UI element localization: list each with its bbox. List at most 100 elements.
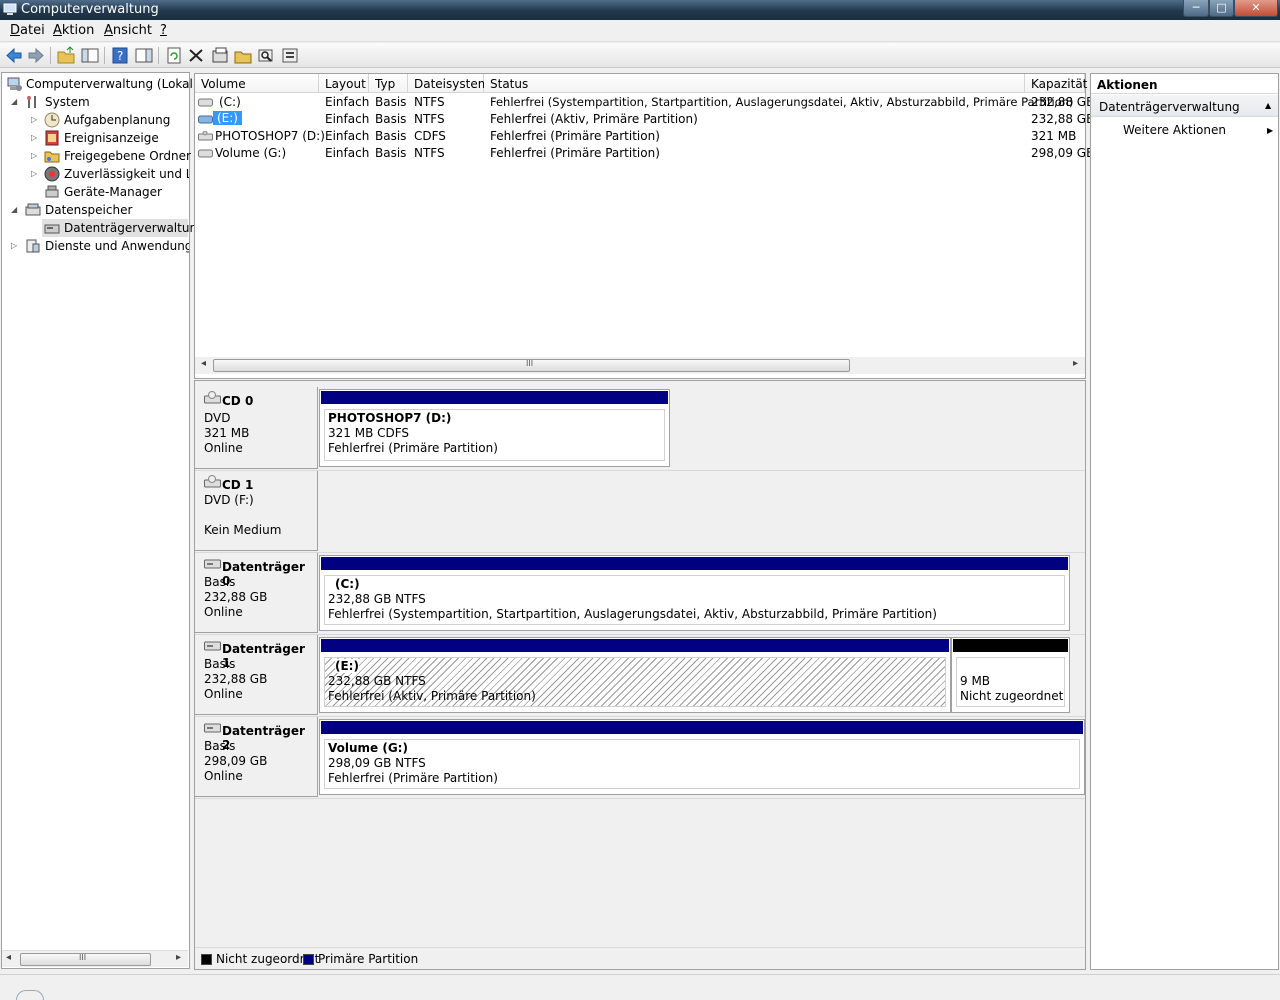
tree-item-geraete-manager[interactable]: Geräte-Manager xyxy=(2,183,189,201)
properties-icon[interactable] xyxy=(210,46,230,65)
drive-icon xyxy=(198,115,213,124)
disk-size: 232,88 GB xyxy=(204,590,268,604)
show-hide-action-icon[interactable] xyxy=(134,46,154,65)
disk-label-disk2[interactable]: Datenträger 2 Basis 298,09 GB Online xyxy=(195,717,318,797)
tree-item-aufgabenplanung[interactable]: ▷ Aufgabenplanung xyxy=(2,111,189,129)
forward-icon[interactable] xyxy=(26,46,46,65)
tree-item-freigegebene-ordner[interactable]: ▷ Freigegebene Ordner xyxy=(2,147,191,165)
title-bar: Computerverwaltung ─ □ ✕ xyxy=(0,0,1280,20)
help-icon[interactable]: ? xyxy=(110,46,130,65)
settings-icon[interactable] xyxy=(280,46,300,65)
partition-e[interactable]: (E:) 232,88 GB NTFS Fehlerfrei (Aktiv, P… xyxy=(319,637,951,713)
search-icon[interactable] xyxy=(256,46,276,65)
expand-arrow-icon[interactable]: ▷ xyxy=(11,241,17,250)
column-header-typ[interactable]: Typ xyxy=(369,74,408,93)
delete-icon[interactable] xyxy=(186,46,206,65)
expand-arrow-icon[interactable]: ▷ xyxy=(31,169,37,178)
drive-icon xyxy=(198,98,213,107)
disk-size: 298,09 GB xyxy=(204,754,268,768)
partition-status: Fehlerfrei (Aktiv, Primäre Partition) xyxy=(328,689,536,703)
refresh-icon[interactable] xyxy=(164,46,184,65)
expand-arrow-icon[interactable]: ▷ xyxy=(31,133,37,142)
tree-item-zuverlaessigkeit[interactable]: ▷ Zuverlässigkeit und Leis xyxy=(2,165,189,183)
expand-arrow-icon[interactable]: ▷ xyxy=(31,115,37,124)
collapse-arrow-icon[interactable]: ◢ xyxy=(11,97,17,106)
list-horizontal-scrollbar[interactable]: ◂ III ▸ xyxy=(195,357,1085,374)
partition-photoshop7[interactable]: PHOTOSHOP7 (D:) 321 MB CDFS Fehlerfrei (… xyxy=(319,389,670,467)
disk-state: Online xyxy=(204,441,243,455)
console-tree: Computerverwaltung (Lokal) ◢ System ▷ Au… xyxy=(1,72,205,969)
hard-disk-icon xyxy=(204,723,221,733)
open-icon[interactable] xyxy=(233,46,253,65)
cell-kap: 232,88 GB xyxy=(1031,112,1095,126)
partition-name: PHOTOSHOP7 (D:) xyxy=(328,411,452,425)
list-scroll-thumb[interactable]: III xyxy=(213,359,850,372)
partition-name: (C:) xyxy=(335,577,360,591)
disk-label-cd1[interactable]: CD 1 DVD (F:) Kein Medium xyxy=(195,471,318,551)
cell-volume: PHOTOSHOP7 (D:) xyxy=(215,129,325,143)
actions-section-header[interactable]: Datenträgerverwaltung ▲ xyxy=(1091,95,1278,117)
disk-name: Datenträger 0 xyxy=(222,560,305,588)
legend-swatch-primary xyxy=(303,954,314,965)
tree-label-datenspeicher: Datenspeicher xyxy=(45,203,133,217)
partition-c[interactable]: (C:) 232,88 GB NTFS Fehlerfrei (Systempa… xyxy=(319,555,1070,631)
computer-management-icon xyxy=(7,77,22,91)
table-row[interactable]: (E:) Einfach Basis NTFS Fehlerfrei (Akti… xyxy=(195,111,1094,128)
menu-datei[interactable]: Datei xyxy=(10,23,45,38)
menu-aktion[interactable]: Aktion xyxy=(53,23,94,38)
disk-label-disk0[interactable]: Datenträger 0 Basis 232,88 GB Online xyxy=(195,553,318,633)
table-row[interactable]: Volume (G:) Einfach Basis NTFS Fehlerfre… xyxy=(195,145,1094,162)
disk-state: Online xyxy=(204,605,243,619)
minimize-button[interactable]: ─ xyxy=(1183,0,1209,17)
disk-label-cd0[interactable]: CD 0 DVD 321 MB Online xyxy=(195,387,318,469)
up-folder-icon[interactable] xyxy=(56,46,76,65)
cell-fs: NTFS xyxy=(414,95,445,109)
scroll-right-icon[interactable]: ▸ xyxy=(1073,358,1078,369)
column-header-layout[interactable]: Layout xyxy=(319,74,369,93)
tree-label-root: Computerverwaltung (Lokal) xyxy=(26,77,198,91)
tree-item-dienste[interactable]: ▷ Dienste und Anwendungen xyxy=(2,237,189,255)
tree-item-root[interactable]: Computerverwaltung (Lokal) xyxy=(2,75,198,93)
maximize-button[interactable]: □ xyxy=(1209,0,1234,17)
cell-status: Fehlerfrei (Systempartition, Startpartit… xyxy=(490,95,1074,109)
hard-disk-icon xyxy=(204,559,221,569)
back-icon[interactable] xyxy=(4,46,24,65)
table-row[interactable]: (C:) Einfach Basis NTFS Fehlerfrei (Syst… xyxy=(195,94,1094,111)
column-header-status[interactable]: Status xyxy=(484,74,1025,93)
tree-item-ereignisanzeige[interactable]: ▷ Ereignisanzeige xyxy=(2,129,189,147)
close-button[interactable]: ✕ xyxy=(1234,0,1278,17)
column-header-dateisystem[interactable]: Dateisystem xyxy=(408,74,489,93)
cell-status: Fehlerfrei (Primäre Partition) xyxy=(490,146,660,160)
tree-label-ereignis: Ereignisanzeige xyxy=(64,131,159,145)
partition-unallocated[interactable]: 9 MB Nicht zugeordnet xyxy=(951,637,1070,713)
partition-g[interactable]: Volume (G:) 298,09 GB NTFS Fehlerfrei (P… xyxy=(319,719,1085,795)
menu-help[interactable]: ? xyxy=(160,23,167,38)
collapse-arrow-icon[interactable]: ◢ xyxy=(11,205,17,214)
column-header-volume[interactable]: Volume xyxy=(195,74,319,93)
tree-item-datenspeicher[interactable]: ◢ Datenspeicher xyxy=(2,201,189,219)
submenu-arrow-icon[interactable]: ▶ xyxy=(1267,126,1273,135)
tree-item-system[interactable]: ◢ System xyxy=(2,93,189,111)
computer-management-icon xyxy=(3,3,17,15)
scroll-right-icon[interactable]: ▸ xyxy=(176,952,181,963)
tree-label-system: System xyxy=(45,95,90,109)
start-orb-fragment xyxy=(16,990,44,1000)
tree-scroll-thumb[interactable]: III xyxy=(20,953,151,966)
show-hide-tree-icon[interactable] xyxy=(80,46,100,65)
cell-layout: Einfach xyxy=(325,95,370,109)
cd-drive-icon xyxy=(204,391,221,404)
table-row[interactable]: PHOTOSHOP7 (D:) Einfach Basis CDFS Fehle… xyxy=(195,128,1085,145)
tree-item-datentraegerverwaltung[interactable]: Datenträgerverwaltung xyxy=(42,219,205,237)
collapse-up-icon[interactable]: ▲ xyxy=(1265,101,1271,110)
tree-horizontal-scrollbar[interactable]: ◂ III ▸ xyxy=(2,950,188,967)
action-weitere-aktionen[interactable]: Weitere Aktionen xyxy=(1123,123,1226,137)
partition-status: Fehlerfrei (Systempartition, Startpartit… xyxy=(328,607,937,621)
scroll-left-icon[interactable]: ◂ xyxy=(6,952,11,963)
scroll-left-icon[interactable]: ◂ xyxy=(201,358,206,369)
scroll-grip: III xyxy=(79,953,87,962)
expand-arrow-icon[interactable]: ▷ xyxy=(31,151,37,160)
action-label: Weitere Aktionen xyxy=(1123,123,1226,137)
disk-label-disk1[interactable]: Datenträger 1 Basis 232,88 GB Online xyxy=(195,635,318,715)
column-header-kapazitaet[interactable]: Kapazität xyxy=(1025,74,1087,93)
menu-ansicht[interactable]: Ansicht xyxy=(104,23,152,38)
